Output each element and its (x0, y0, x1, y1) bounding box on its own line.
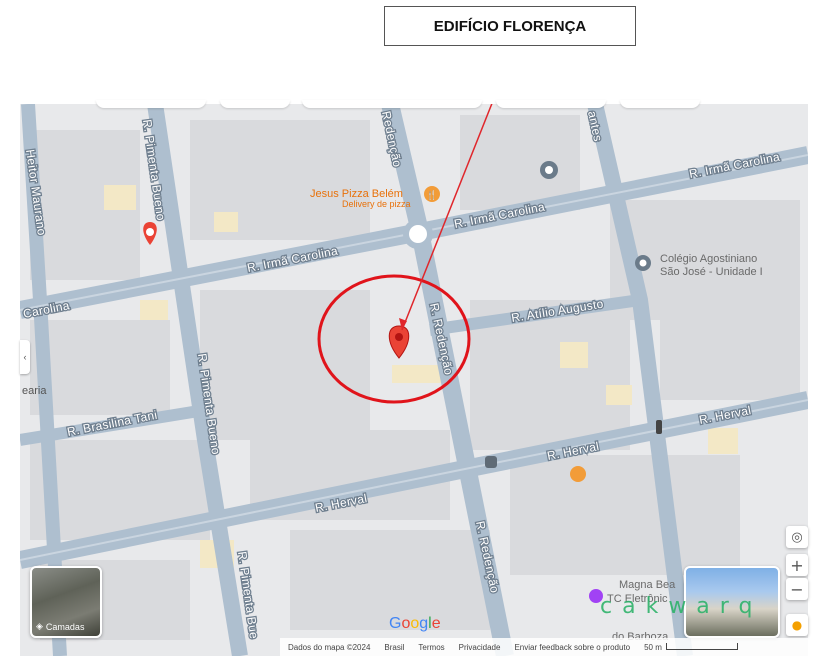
fork-knife-icon: 🍴 (426, 189, 437, 201)
collapse-panel-button[interactable]: ‹ (20, 340, 30, 374)
layers-icon: ◈ (36, 621, 43, 631)
zoom-in-icon: + (790, 555, 804, 575)
pegman-icon[interactable]: ● (786, 614, 808, 636)
scale-line (665, 642, 738, 650)
building-callout-label: EDIFÍCIO FLORENÇA (384, 6, 636, 46)
callout-text: EDIFÍCIO FLORENÇA (433, 17, 587, 35)
watermark: cakwarq (600, 594, 763, 619)
scale-bar[interactable]: 50 m (644, 642, 738, 652)
top-chip-5[interactable] (620, 100, 700, 108)
map-data-credit: Dados do mapa ©2024 (288, 642, 371, 652)
zoom-out-button[interactable]: − (786, 578, 808, 600)
poi-edge-left: earia (22, 385, 47, 397)
colegio-icon-inner (639, 259, 647, 267)
poi-magna-label: Magna Bea (619, 579, 676, 591)
school-icon-inner (545, 166, 553, 174)
zoom-in-button[interactable]: + (786, 554, 808, 576)
feedback-link[interactable]: Enviar feedback sobre o produto (514, 643, 630, 652)
poi-restaurant-lower[interactable] (570, 466, 586, 482)
google-logo: Google (389, 615, 441, 632)
roundabout (403, 219, 433, 249)
poi-graduation[interactable] (540, 161, 558, 179)
my-location-button[interactable]: ◎ (786, 526, 808, 548)
poi-colegio-line1: Colégio Agostiniano (660, 253, 757, 265)
scale-label: 50 m (644, 642, 662, 652)
terms-link[interactable]: Termos (418, 643, 444, 652)
layers-text: Camadas (45, 621, 85, 632)
zoom-out-icon: − (790, 579, 804, 599)
privacy-link[interactable]: Privacidade (459, 643, 501, 652)
poi-bus-stop[interactable] (485, 456, 497, 468)
poi-traffic-light (656, 420, 662, 434)
top-chip-3[interactable] (302, 100, 482, 108)
top-chip-1[interactable] (96, 100, 206, 108)
poi-jesus-pizza-sub: Delivery de pizza (342, 199, 411, 209)
layers-button[interactable]: ◈ Camadas (30, 566, 102, 638)
top-chip-2[interactable] (220, 100, 290, 108)
top-chip-4[interactable] (496, 100, 606, 108)
attribution-bar: Dados do mapa ©2024 Brasil Termos Privac… (280, 638, 808, 656)
traffic-light-icon (656, 420, 662, 434)
poi-colegio-line2: São José - Unidade I (660, 266, 763, 278)
restaurant-lower-icon (570, 466, 586, 482)
locate-icon: ◎ (791, 529, 803, 545)
country-link[interactable]: Brasil (384, 643, 404, 652)
layers-label: ◈ Camadas (36, 621, 84, 632)
bus-stop-icon (485, 456, 497, 468)
svg-text:Google: Google (389, 615, 441, 632)
medical-pin-dot (146, 228, 154, 236)
